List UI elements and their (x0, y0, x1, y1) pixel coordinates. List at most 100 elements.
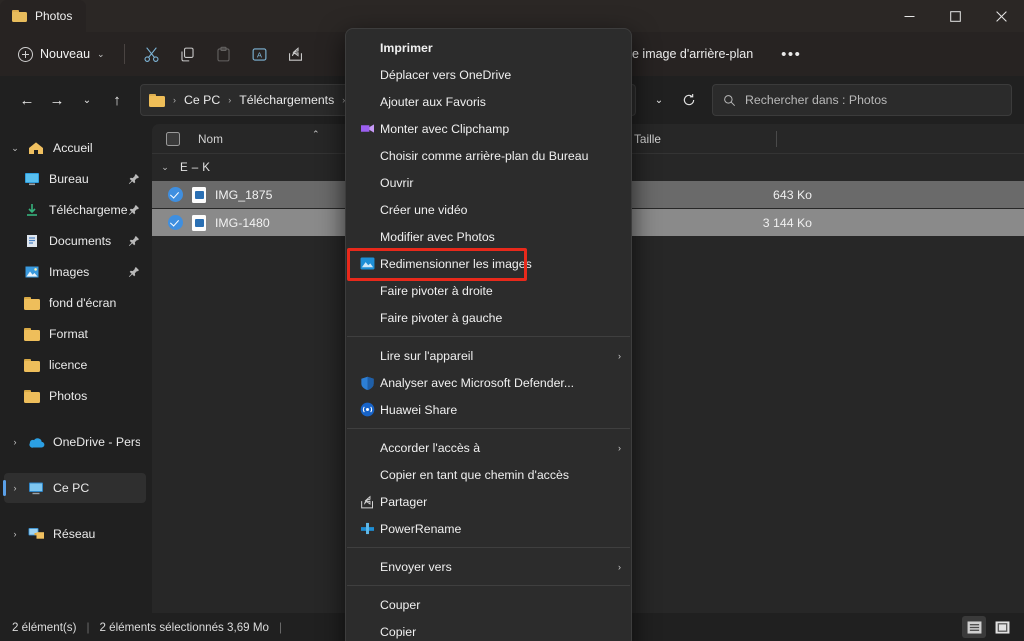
folder-icon (22, 389, 42, 403)
menu-divider (347, 547, 630, 548)
menu-item-redimensionner-les-images[interactable]: Redimensionner les images (346, 250, 631, 277)
menu-item-label: Copier (380, 624, 417, 639)
plus-icon (18, 46, 33, 62)
sidebar-item-r-seau[interactable]: › Réseau (4, 519, 146, 549)
cut-icon[interactable] (134, 38, 170, 70)
menu-item-modifier-avec-photos[interactable]: Modifier avec Photos (346, 223, 631, 250)
navigation-pane[interactable]: ⌄ Accueil Bureau Téléchargement Documents Ima… (0, 124, 152, 613)
menu-divider (347, 585, 630, 586)
details-view-button[interactable] (962, 616, 986, 638)
row-checkbox[interactable] (168, 215, 183, 230)
chevron-right-icon[interactable]: › (4, 529, 26, 539)
tab-photos[interactable]: Photos (0, 0, 87, 32)
menu-item-label: Monter avec Clipchamp (380, 121, 510, 136)
forward-button[interactable]: → (42, 85, 72, 115)
home-icon (26, 141, 46, 155)
menu-item-imprimer[interactable]: Imprimer (346, 34, 631, 61)
new-button[interactable]: Nouveau ⌄ (10, 39, 115, 69)
overflow-label: ••• (781, 45, 802, 63)
sidebar-item-documents[interactable]: Documents (22, 226, 146, 256)
share-icon[interactable] (278, 38, 314, 70)
menu-item-choisir-comme-arri-re-plan-du-bureau[interactable]: Choisir comme arrière-plan du Bureau (346, 142, 631, 169)
imageresizer-icon (354, 257, 380, 270)
toolbar-divider (123, 44, 125, 64)
menu-item-cr-er-une-vid-o[interactable]: Créer une vidéo (346, 196, 631, 223)
refresh-button[interactable] (674, 85, 704, 115)
menu-item-copier[interactable]: Copier (346, 618, 631, 641)
large-icons-view-button[interactable] (990, 616, 1014, 638)
menu-item-monter-avec-clipchamp[interactable]: Monter avec Clipchamp (346, 115, 631, 142)
sidebar-item-licence[interactable]: licence (22, 350, 146, 380)
close-button[interactable] (978, 0, 1024, 32)
menu-item-label: Partager (380, 494, 428, 509)
breadcrumb-item-ce-pc[interactable]: Ce PC (179, 91, 225, 109)
minimize-button[interactable] (886, 0, 932, 32)
pin-icon[interactable] (128, 173, 140, 185)
back-button[interactable]: ← (12, 85, 42, 115)
pin-icon[interactable] (128, 204, 140, 216)
up-button[interactable]: ↑ (102, 85, 132, 115)
powerrename-icon (354, 522, 380, 535)
menu-item-label: Ouvrir (380, 175, 414, 190)
menu-item-faire-pivoter-droite[interactable]: Faire pivoter à droite (346, 277, 631, 304)
pictures-icon (22, 265, 42, 279)
sidebar-item-label: Téléchargement (49, 203, 128, 217)
column-header-size-label: Taille (634, 131, 661, 146)
menu-divider (347, 336, 630, 337)
menu-item-analyser-avec-microsoft-defender[interactable]: Analyser avec Microsoft Defender... (346, 369, 631, 396)
rename-icon[interactable]: A (242, 38, 278, 70)
sidebar-item-onedrive-personal[interactable]: › OneDrive - Personal (4, 427, 146, 457)
search-input[interactable]: Rechercher dans : Photos (712, 84, 1012, 116)
folder-icon (12, 10, 27, 22)
sidebar-item-label: Photos (49, 389, 88, 403)
folder-icon (22, 358, 42, 372)
menu-item-powerrename[interactable]: PowerRename (346, 515, 631, 542)
menu-item-lire-sur-l-appareil[interactable]: Lire sur l'appareil › (346, 342, 631, 369)
menu-item-envoyer-vers[interactable]: Envoyer vers › (346, 553, 631, 580)
maximize-button[interactable] (932, 0, 978, 32)
column-header-extra[interactable] (776, 124, 896, 154)
copy-icon[interactable] (170, 38, 206, 70)
column-header-name-label: Nom (198, 131, 223, 146)
chevron-right-icon: › (618, 350, 621, 361)
sidebar-item-bureau[interactable]: Bureau (22, 164, 146, 194)
chevron-down-icon: ⌄ (654, 94, 664, 106)
menu-item-label: Créer une vidéo (380, 202, 468, 217)
menu-item-couper[interactable]: Couper (346, 591, 631, 618)
menu-item-partager[interactable]: Partager (346, 488, 631, 515)
svg-text:A: A (257, 50, 263, 59)
select-all-checkbox[interactable] (166, 131, 180, 146)
row-checkbox[interactable] (168, 187, 183, 202)
overflow-menu-button[interactable]: ••• (775, 39, 807, 69)
sidebar-item-images[interactable]: Images (22, 257, 146, 287)
menu-item-d-placer-vers-onedrive[interactable]: Déplacer vers OneDrive (346, 61, 631, 88)
sidebar-item-photos[interactable]: Photos (22, 381, 146, 411)
menu-item-copier-en-tant-que-chemin-d-acc-s[interactable]: Copier en tant que chemin d'accès (346, 461, 631, 488)
sidebar-item-fond-d-cran[interactable]: fond d'écran (22, 288, 146, 318)
sidebar-item-ce-pc[interactable]: › Ce PC (3, 473, 146, 503)
sidebar-item-accueil[interactable]: ⌄ Accueil (4, 133, 146, 163)
menu-item-huawei-share[interactable]: Huawei Share (346, 396, 631, 423)
menu-item-ouvrir[interactable]: Ouvrir (346, 169, 631, 196)
up-arrow-icon: ↑ (113, 91, 121, 109)
menu-item-accorder-l-acc-s[interactable]: Accorder l'accès à › (346, 434, 631, 461)
chevron-right-icon[interactable]: › (4, 437, 26, 447)
huaweishare-icon (354, 402, 380, 417)
chevron-down-icon[interactable]: ⌄ (4, 143, 26, 154)
view-toggle-group (962, 616, 1014, 638)
sidebar-item-label: Réseau (53, 527, 96, 541)
recent-locations-button[interactable]: ⌄ (72, 85, 102, 115)
pin-icon[interactable] (128, 266, 140, 278)
menu-item-label: Redimensionner les images (380, 256, 532, 271)
sidebar-item-format[interactable]: Format (22, 319, 146, 349)
breadcrumb-item-telechargements[interactable]: Téléchargements (234, 91, 339, 109)
menu-item-faire-pivoter-gauche[interactable]: Faire pivoter à gauche (346, 304, 631, 331)
column-header-size[interactable]: Taille (626, 124, 776, 154)
menu-item-ajouter-aux-favoris[interactable]: Ajouter aux Favoris (346, 88, 631, 115)
paste-icon[interactable] (206, 38, 242, 70)
sidebar-item-t-l-chargement[interactable]: Téléchargement (22, 195, 146, 225)
chevron-right-icon[interactable]: › (4, 483, 26, 493)
context-menu[interactable]: Imprimer Déplacer vers OneDrive Ajouter au… (345, 28, 632, 641)
pin-icon[interactable] (128, 235, 140, 247)
address-dropdown-button[interactable]: ⌄ (644, 85, 674, 115)
